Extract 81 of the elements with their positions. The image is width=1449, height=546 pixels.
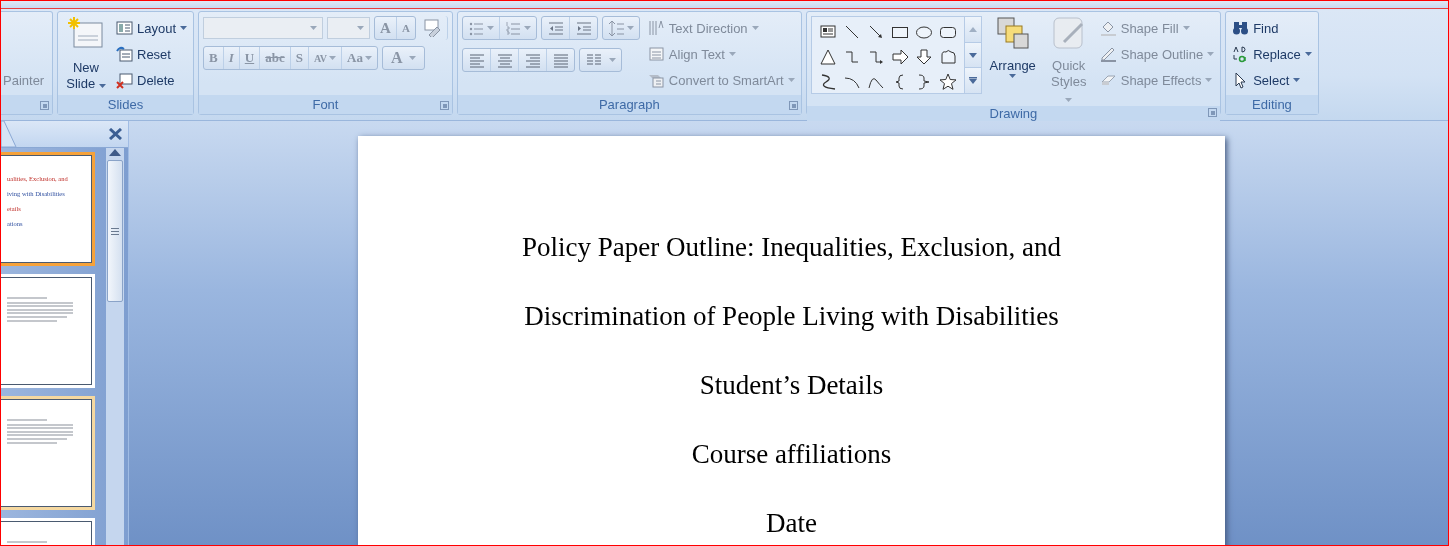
thumbnail-text-drawing <box>7 297 73 323</box>
layout-icon <box>116 19 133 37</box>
eraser-icon <box>422 19 441 37</box>
find-button[interactable]: Find <box>1230 16 1314 40</box>
caret-icon <box>1207 52 1215 56</box>
slide-text: Policy Paper Outline: Inequalities, Exclusion, and <box>521 231 1062 264</box>
scroll-down-icon <box>968 52 977 58</box>
more-icon <box>968 77 977 85</box>
slide-thumbnail[interactable] <box>1 396 95 510</box>
reset-button[interactable]: Reset <box>114 42 190 66</box>
scroll-up-icon <box>968 26 977 32</box>
caret-icon <box>1009 74 1017 78</box>
caret-icon <box>357 26 365 30</box>
caret-icon <box>1293 78 1301 82</box>
cloud-shape-icon <box>938 47 957 66</box>
reset-icon <box>116 45 133 63</box>
binoculars-icon <box>1232 19 1250 37</box>
stacked-squares-icon <box>995 16 1030 50</box>
line-spacing-icon <box>607 19 625 37</box>
triangle-icon <box>818 47 837 66</box>
justify-icon <box>551 51 569 69</box>
slide-thumbnail[interactable] <box>1 274 95 388</box>
caret-icon <box>1065 98 1073 102</box>
scrollbar[interactable] <box>106 148 124 545</box>
decrease-indent-icon <box>546 19 564 37</box>
caret-icon <box>751 26 759 30</box>
grip-icon <box>111 227 119 235</box>
increase-indent-icon <box>574 19 592 37</box>
slide-text: Course affiliations <box>691 438 892 471</box>
paint-bucket-icon <box>1099 19 1117 37</box>
caret-icon <box>180 26 188 30</box>
brush-icon <box>1051 16 1086 50</box>
caret-icon <box>1304 52 1312 56</box>
thumbnail-text-drawing <box>7 419 73 445</box>
new-slide-button[interactable]: New Slide <box>62 16 110 95</box>
group-label: Drawing <box>989 106 1038 121</box>
dialog-launcher-icon <box>40 101 49 110</box>
text-direction-icon <box>647 19 665 37</box>
arrange-button[interactable]: Arrange <box>985 16 1040 106</box>
caret-icon <box>98 84 106 88</box>
font-size-field[interactable] <box>327 17 371 39</box>
slide-text: Student’s Details <box>699 369 884 402</box>
pencil-icon <box>1099 45 1117 63</box>
group-label: Editing <box>1252 97 1292 112</box>
replace-button[interactable]: Replace <box>1230 42 1314 66</box>
close-icon <box>109 128 122 140</box>
delete-icon <box>116 71 133 89</box>
layout-button[interactable]: Layout <box>114 16 190 40</box>
group-label: Paragraph <box>598 97 660 112</box>
caret-icon <box>729 52 736 56</box>
slide-text: Date <box>766 507 817 540</box>
align-center-icon <box>495 51 513 69</box>
align-text-icon <box>647 45 665 63</box>
select-button[interactable]: Select <box>1230 68 1314 92</box>
align-left-icon <box>467 51 485 69</box>
caret-icon <box>1205 78 1213 82</box>
caret-icon <box>364 56 372 60</box>
caret-icon <box>787 78 795 82</box>
caret-icon <box>408 56 416 60</box>
delete-button[interactable]: Delete <box>114 68 190 92</box>
caret-icon <box>486 26 494 30</box>
dialog-launcher-icon <box>1208 108 1218 117</box>
caret-icon <box>1182 26 1190 30</box>
new-slide-icon <box>68 16 104 50</box>
text-box-icon <box>818 22 837 41</box>
caret-icon <box>310 26 318 30</box>
caret-icon <box>609 58 617 62</box>
right-arrow-icon <box>890 47 909 66</box>
caret-icon <box>523 26 531 30</box>
numbering-icon <box>504 19 522 37</box>
shape-gallery[interactable] <box>810 16 982 94</box>
dialog-launcher-icon <box>788 101 798 110</box>
group-label: Slides <box>107 97 144 112</box>
dialog-launcher-icon <box>439 101 449 110</box>
caret-icon <box>626 26 634 30</box>
star-icon <box>938 72 957 91</box>
group-label: Font <box>312 97 339 112</box>
down-arrow-icon <box>914 47 933 66</box>
align-right-icon <box>523 51 541 69</box>
slide-text: Discrimination of People Living with Disabilities <box>524 300 1059 333</box>
caret-icon <box>329 56 337 60</box>
